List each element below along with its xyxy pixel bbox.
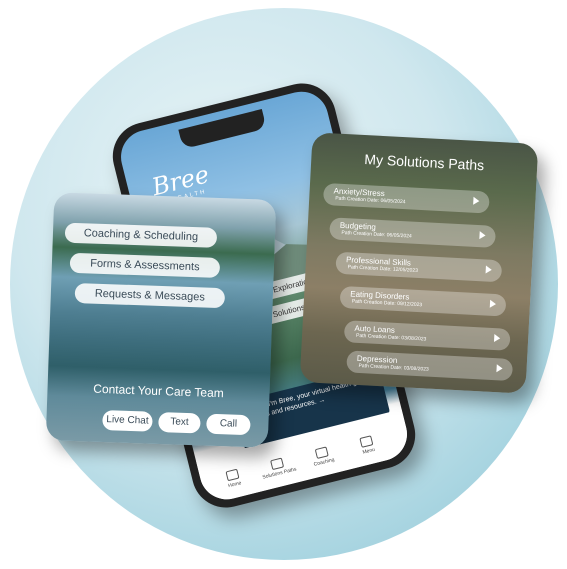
play-arrow-icon — [479, 231, 486, 240]
play-arrow-icon — [493, 334, 501, 343]
tab-coaching-label: Coaching — [313, 456, 336, 468]
path-depression[interactable]: Depression Path Creation Date: 03/08/202… — [346, 350, 514, 382]
path-professional-skills[interactable]: Professional Skills Path Creation Date: … — [335, 251, 503, 283]
tab-home-label: Home — [227, 480, 243, 490]
play-arrow-icon — [485, 265, 492, 274]
menu-icon — [359, 435, 374, 448]
call-button[interactable]: Call — [206, 413, 251, 436]
path-date: Path Creation Date: 03/08/2023 — [355, 332, 427, 343]
play-arrow-icon — [496, 364, 503, 373]
requests-messages-button[interactable]: Requests & Messages — [74, 282, 226, 309]
path-auto-loans[interactable]: Auto Loans Path Creation Date: 03/08/202… — [343, 320, 511, 351]
tab-solutions-label: Solutions Paths — [261, 466, 298, 481]
tab-menu[interactable]: Menu — [346, 432, 389, 459]
text-button[interactable]: Text — [158, 411, 201, 434]
play-arrow-icon — [473, 196, 480, 206]
path-budgeting[interactable]: Budgeting Path Creation Date: 06/05/2024 — [329, 217, 497, 248]
contact-care-team-title: Contact Your Care Team — [93, 381, 224, 401]
path-date: Path Creation Date: 03/08/2023 — [358, 362, 429, 373]
coaching-scheduling-button[interactable]: Coaching & Scheduling — [64, 222, 218, 248]
path-date: Path Creation Date: 06/05/2024 — [341, 229, 412, 240]
solutions-paths-card: My Solutions Paths Anxiety/Stress Path C… — [299, 132, 539, 394]
care-team-card: Coaching & Scheduling Forms & Assessment… — [45, 192, 277, 448]
path-anxiety-stress[interactable]: Anxiety/Stress Path Creation Date: 06/05… — [322, 182, 490, 214]
tab-menu-label: Menu — [361, 446, 376, 456]
forms-assessments-button[interactable]: Forms & Assessments — [69, 252, 221, 279]
paths-icon — [270, 457, 285, 471]
live-chat-button[interactable]: Live Chat — [102, 410, 153, 432]
solutions-paths-title: My Solutions Paths — [364, 151, 485, 174]
path-eating-disorders[interactable]: Eating Disorders Path Creation Date: 09/… — [339, 285, 507, 317]
play-arrow-icon — [489, 299, 497, 309]
path-date: Path Creation Date: 06/05/2024 — [335, 195, 406, 206]
coaching-icon — [314, 446, 329, 460]
tab-home[interactable]: Home — [212, 465, 255, 492]
tab-solutions-paths[interactable]: Solutions Paths — [256, 454, 299, 481]
home-icon — [225, 468, 240, 482]
path-date: Path Creation Date: 09/12/2023 — [351, 298, 423, 309]
tab-coaching[interactable]: Coaching — [301, 443, 344, 470]
